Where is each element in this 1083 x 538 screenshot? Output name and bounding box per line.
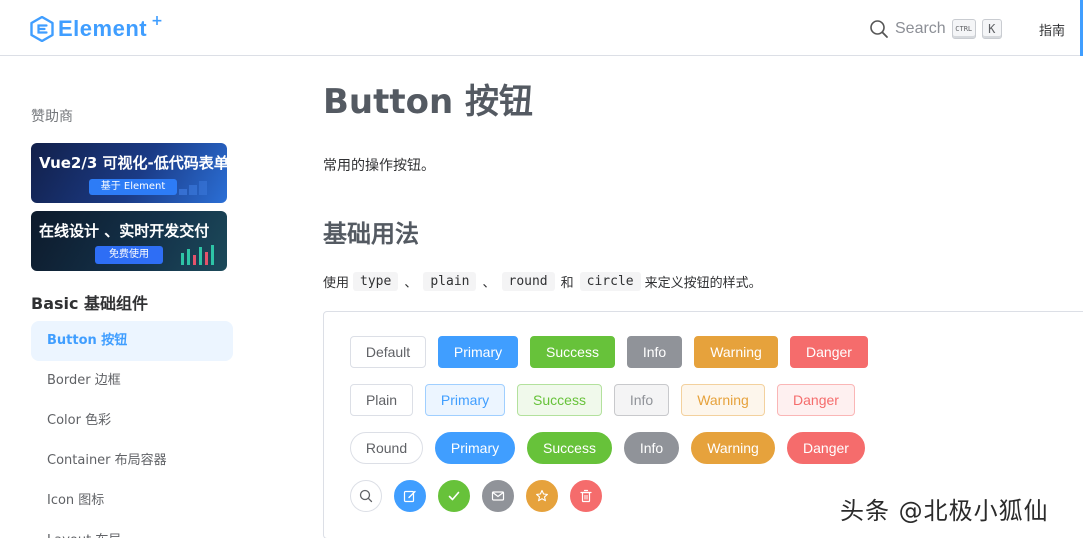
sidebar-item-icon[interactable]: Icon 图标	[31, 481, 233, 521]
logo-plus: +	[151, 13, 163, 29]
button-row-default: Default Primary Success Info Warning Dan…	[350, 336, 868, 368]
sidebar-item-layout[interactable]: Layout 布局	[31, 521, 233, 538]
sponsor-banner-2[interactable]: 在线设计 、实时开发交付 免费使用	[31, 211, 227, 271]
plain-info-button[interactable]: Info	[614, 384, 669, 416]
banner-chart-icon	[181, 245, 214, 265]
button-row-circle	[350, 480, 602, 512]
edit-icon	[403, 490, 416, 503]
search-icon	[359, 489, 373, 503]
success-button[interactable]: Success	[530, 336, 615, 368]
kbd-ctrl: CTRL	[951, 19, 976, 39]
plain-button[interactable]: Plain	[350, 384, 413, 416]
watermark: 头条 @北极小狐仙	[840, 497, 1049, 525]
usage-prefix: 使用	[323, 276, 350, 291]
sidebar: 赞助商 Vue2/3 可视化-低代码表单 基于 Element 在线设计 、实时…	[0, 56, 260, 538]
code-round: round	[501, 272, 555, 291]
round-danger-button[interactable]: Danger	[787, 432, 865, 464]
usage-text: 使用 type 、 plain 、 round 和 circle 来定义按钮的样…	[323, 272, 762, 291]
button-row-plain: Plain Primary Success Info Warning Dange…	[350, 384, 855, 416]
plain-danger-button[interactable]: Danger	[777, 384, 855, 416]
delete-icon	[580, 489, 592, 503]
element-logo[interactable]: Element +	[30, 13, 163, 44]
nav-guide-link[interactable]: 指南	[1039, 20, 1065, 39]
usage-separator: 、	[482, 276, 496, 291]
logo-text: Element	[58, 16, 148, 41]
danger-button[interactable]: Danger	[790, 336, 868, 368]
button-row-round: Round Primary Success Info Warning Dange…	[350, 432, 865, 464]
default-button[interactable]: Default	[350, 336, 426, 368]
main-content: Button 按钮 常用的操作按钮。 基础用法 使用 type 、 plain …	[323, 56, 1083, 538]
banner-title: Vue2/3 可视化-低代码表单	[39, 154, 227, 172]
round-button[interactable]: Round	[350, 432, 423, 464]
search-icon	[870, 20, 888, 38]
usage-separator: 、	[404, 276, 418, 291]
circle-check-button[interactable]	[438, 480, 470, 512]
usage-suffix: 来定义按钮的样式。	[644, 276, 762, 291]
circle-delete-button[interactable]	[570, 480, 602, 512]
plain-warning-button[interactable]: Warning	[681, 384, 765, 416]
banner-title: 在线设计 、实时开发交付	[39, 222, 210, 240]
sidebar-item-border[interactable]: Border 边框	[31, 361, 233, 401]
round-primary-button[interactable]: Primary	[435, 432, 515, 464]
star-icon	[536, 489, 548, 502]
info-button[interactable]: Info	[627, 336, 682, 368]
search-button[interactable]: Search CTRL K	[869, 16, 1002, 42]
search-label: Search	[895, 20, 946, 37]
round-info-button[interactable]: Info	[624, 432, 679, 464]
round-success-button[interactable]: Success	[527, 432, 612, 464]
usage-and: 和	[560, 276, 574, 291]
sponsor-title: 赞助商	[31, 109, 73, 125]
page-description: 常用的操作按钮。	[323, 158, 435, 174]
banner-pill: 基于 Element	[89, 179, 177, 195]
sidebar-item-color[interactable]: Color 色彩	[31, 401, 233, 441]
element-logo-icon	[30, 16, 54, 42]
code-plain: plain	[423, 272, 477, 291]
circle-edit-button[interactable]	[394, 480, 426, 512]
circle-star-button[interactable]	[526, 480, 558, 512]
kbd-k: K	[981, 19, 1002, 39]
plain-primary-button[interactable]: Primary	[425, 384, 505, 416]
top-header: Element + Search CTRL K 指南	[0, 0, 1083, 56]
circle-message-button[interactable]	[482, 480, 514, 512]
round-warning-button[interactable]: Warning	[691, 432, 775, 464]
sidebar-group-title: Basic 基础组件	[31, 294, 149, 313]
section-title: 基础用法	[323, 220, 419, 248]
page-title: Button 按钮	[323, 82, 534, 122]
message-icon	[491, 491, 505, 501]
code-circle: circle	[579, 272, 641, 291]
check-icon	[448, 491, 460, 501]
code-type: type	[353, 272, 399, 291]
sidebar-item-button[interactable]: Button 按钮	[31, 321, 233, 361]
banner-pill: 免费使用	[95, 246, 163, 264]
banner-decoration-icon	[179, 181, 207, 195]
plain-success-button[interactable]: Success	[517, 384, 602, 416]
sponsor-banner-1[interactable]: Vue2/3 可视化-低代码表单 基于 Element	[31, 143, 227, 203]
warning-button[interactable]: Warning	[694, 336, 778, 368]
primary-button[interactable]: Primary	[438, 336, 518, 368]
circle-search-button[interactable]	[350, 480, 382, 512]
sidebar-item-container[interactable]: Container 布局容器	[31, 441, 233, 481]
